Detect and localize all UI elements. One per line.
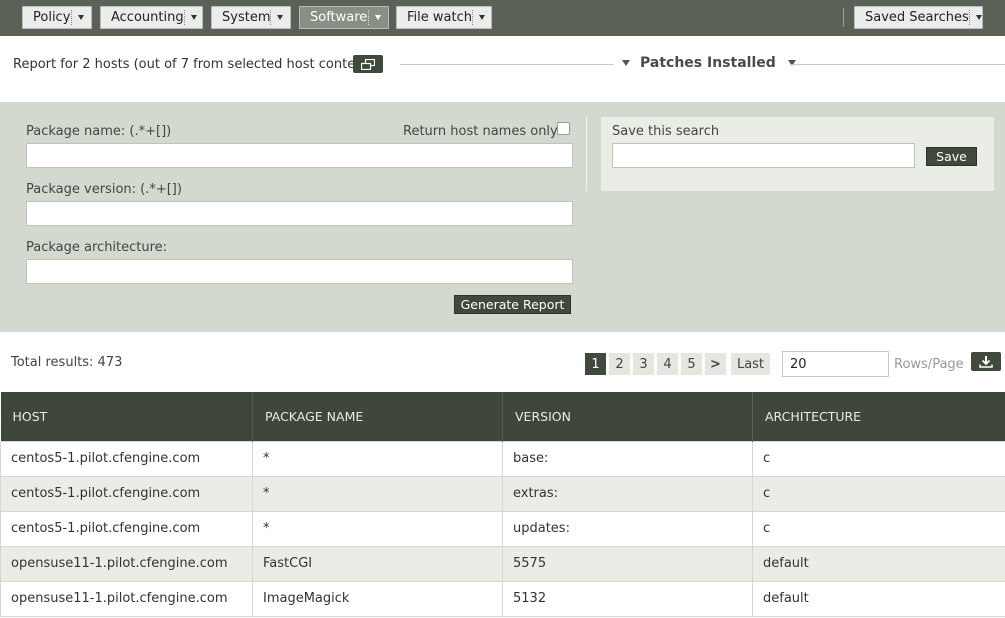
- saved-searches-menu[interactable]: Saved Searches: [854, 6, 983, 29]
- popout-window-icon: [361, 58, 375, 70]
- host-cell: opensuse11-1.pilot.cfengine.com: [0, 545, 253, 582]
- nav-menu-policy[interactable]: Policy: [22, 6, 92, 29]
- caret-down-icon: [622, 60, 630, 66]
- nav-menu-label: Accounting: [111, 10, 184, 25]
- package-name-cell: FastCGI: [252, 545, 503, 582]
- version-cell: base:: [502, 440, 753, 477]
- package-name-input[interactable]: [26, 143, 573, 168]
- chevron-down-icon: [975, 15, 982, 20]
- package-name-cell: ImageMagick: [252, 580, 503, 617]
- nav-menu-system[interactable]: System: [211, 6, 291, 29]
- download-button[interactable]: [971, 352, 1001, 371]
- host-cell: centos5-1.pilot.cfengine.com: [0, 440, 253, 477]
- chevron-down-icon: [478, 15, 485, 20]
- column-header-version[interactable]: VERSION: [502, 392, 753, 441]
- report-section-selector[interactable]: Patches Installed: [622, 55, 796, 71]
- page-button-5[interactable]: 5: [681, 353, 702, 375]
- caret-down-icon: [787, 60, 796, 66]
- package-version-input[interactable]: [26, 201, 573, 226]
- chevron-down-icon: [375, 15, 381, 20]
- nav-menu-file-watch[interactable]: File watch: [396, 6, 492, 29]
- page-button-2[interactable]: 2: [609, 353, 630, 375]
- architecture-cell: c: [752, 510, 1005, 547]
- package-name-cell: *: [252, 440, 503, 477]
- architecture-cell: default: [752, 545, 1005, 582]
- saved-searches-label: Saved Searches: [865, 10, 969, 25]
- column-header-architecture[interactable]: ARCHITECTURE: [752, 392, 1005, 441]
- return-hostnames-label: Return host names only:: [403, 124, 562, 139]
- package-version-label: Package version: (.*+[]): [26, 182, 182, 197]
- report-title: Report for 2 hosts (out of 7 from select…: [13, 57, 373, 72]
- top-nav-bar: Policy Accounting System Software File w…: [0, 0, 1005, 36]
- section-title: Patches Installed: [640, 55, 776, 71]
- package-name-label: Package name: (.*+[]): [26, 124, 172, 139]
- table-header-row: HOST PACKAGE NAME VERSION ARCHITECTURE: [0, 392, 1005, 441]
- chevron-down-icon: [78, 15, 84, 20]
- header-rule-left: [400, 64, 614, 65]
- column-header-host[interactable]: HOST: [0, 392, 253, 441]
- save-search-input[interactable]: [612, 143, 915, 168]
- table-row: opensuse11-1.pilot.cfengine.com ImageMag…: [0, 580, 1005, 617]
- host-cell: centos5-1.pilot.cfengine.com: [0, 510, 253, 547]
- rows-per-page-label: Rows/Page: [894, 357, 964, 372]
- architecture-cell: c: [752, 440, 1005, 477]
- page-button-4[interactable]: 4: [657, 353, 678, 375]
- save-button[interactable]: Save: [926, 147, 977, 166]
- page-button-3[interactable]: 3: [633, 353, 654, 375]
- header-rule-right: [790, 64, 1005, 65]
- column-header-package-name[interactable]: PACKAGE NAME: [252, 392, 503, 441]
- nav-menu-accounting[interactable]: Accounting: [100, 6, 203, 29]
- total-results: Total results: 473: [11, 355, 123, 370]
- architecture-cell: default: [752, 580, 1005, 617]
- table-row: centos5-1.pilot.cfengine.com * extras: c: [0, 475, 1005, 512]
- chevron-down-icon: [190, 15, 197, 20]
- version-cell: extras:: [502, 475, 753, 512]
- host-cell: centos5-1.pilot.cfengine.com: [0, 475, 253, 512]
- next-page-button[interactable]: >: [705, 353, 726, 375]
- nav-menu-software[interactable]: Software: [299, 6, 389, 29]
- rows-per-page-input[interactable]: [782, 351, 889, 377]
- chevron-down-icon: [277, 15, 284, 20]
- generate-report-button[interactable]: Generate Report: [454, 295, 571, 314]
- nav-divider: [843, 8, 844, 27]
- table-row: opensuse11-1.pilot.cfengine.com FastCGI …: [0, 545, 1005, 582]
- host-cell: opensuse11-1.pilot.cfengine.com: [0, 580, 253, 617]
- return-hostnames-checkbox[interactable]: [557, 122, 570, 135]
- version-cell: 5575: [502, 545, 753, 582]
- nav-menu-label: System: [222, 10, 271, 25]
- package-arch-label: Package architecture:: [26, 240, 168, 255]
- nav-menu-label: Policy: [33, 10, 71, 25]
- results-table: HOST PACKAGE NAME VERSION ARCHITECTURE c…: [0, 392, 1005, 617]
- nav-menu-label: Software: [310, 10, 368, 25]
- download-icon: [979, 355, 993, 368]
- page-button-1[interactable]: 1: [585, 353, 606, 375]
- save-search-label: Save this search: [612, 124, 720, 139]
- package-arch-input[interactable]: [26, 259, 573, 284]
- version-cell: 5132: [502, 580, 753, 617]
- version-cell: updates:: [502, 510, 753, 547]
- popout-button[interactable]: [353, 55, 383, 73]
- panel-divider: [586, 116, 587, 191]
- last-page-button[interactable]: Last: [731, 353, 770, 375]
- nav-menu-label: File watch: [407, 10, 472, 25]
- package-name-cell: *: [252, 475, 503, 512]
- architecture-cell: c: [752, 475, 1005, 512]
- table-row: centos5-1.pilot.cfengine.com * base: c: [0, 440, 1005, 477]
- package-name-cell: *: [252, 510, 503, 547]
- table-row: centos5-1.pilot.cfengine.com * updates: …: [0, 510, 1005, 547]
